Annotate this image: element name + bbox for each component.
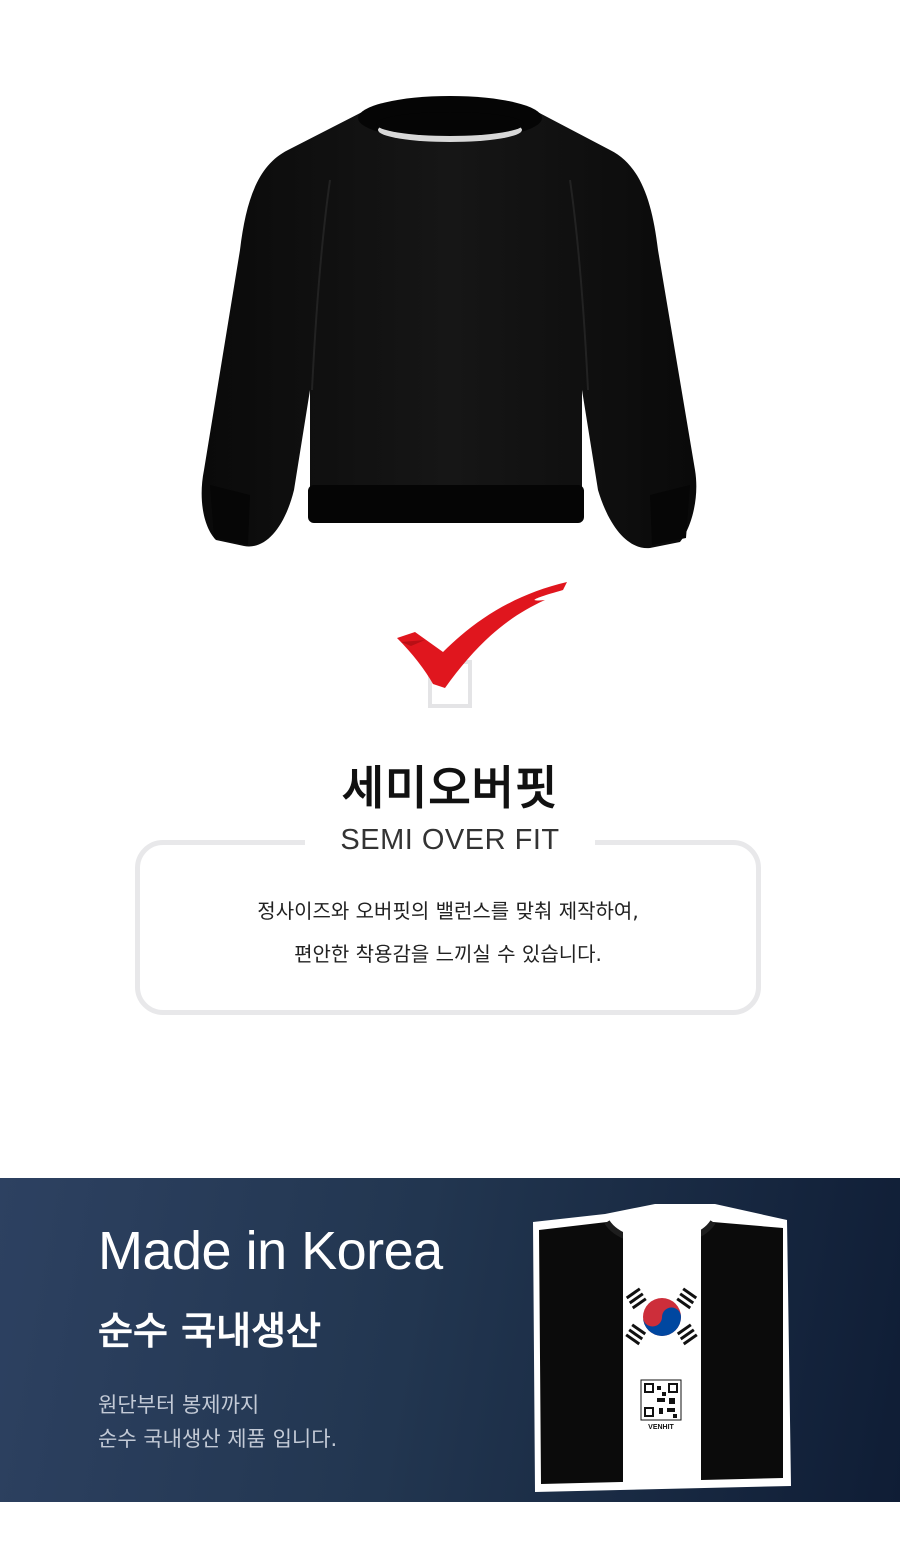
- red-checkmark-icon: [397, 582, 567, 688]
- fit-description: 정사이즈와 오버핏의 밸런스를 맞춰 제작하여, 편안한 착용감을 느끼실 수 …: [135, 890, 761, 976]
- folded-shirt-korean-flag-image: VENHIT: [533, 1204, 791, 1492]
- fit-subtitle: SEMI OVER FIT: [305, 820, 595, 860]
- made-description: 원단부터 봉제까지 순수 국내생산 제품 입니다.: [98, 1388, 337, 1456]
- fit-description-line: 정사이즈와 오버핏의 밸런스를 맞춰 제작하여,: [257, 899, 639, 923]
- fit-title: 세미오버핏: [341, 761, 559, 815]
- made-description-line: 원단부터 봉제까지: [98, 1393, 260, 1417]
- fit-description-line: 편안한 착용감을 느끼실 수 있습니다.: [294, 942, 602, 966]
- black-sweatshirt-image: [201, 96, 697, 549]
- made-in-korea-heading: Made in Korea: [98, 1221, 443, 1281]
- label-brand-text: VENHIT: [648, 1424, 674, 1431]
- domestic-production-heading: 순수 국내생산: [98, 1309, 321, 1353]
- made-description-line: 순수 국내생산 제품 입니다.: [98, 1427, 338, 1451]
